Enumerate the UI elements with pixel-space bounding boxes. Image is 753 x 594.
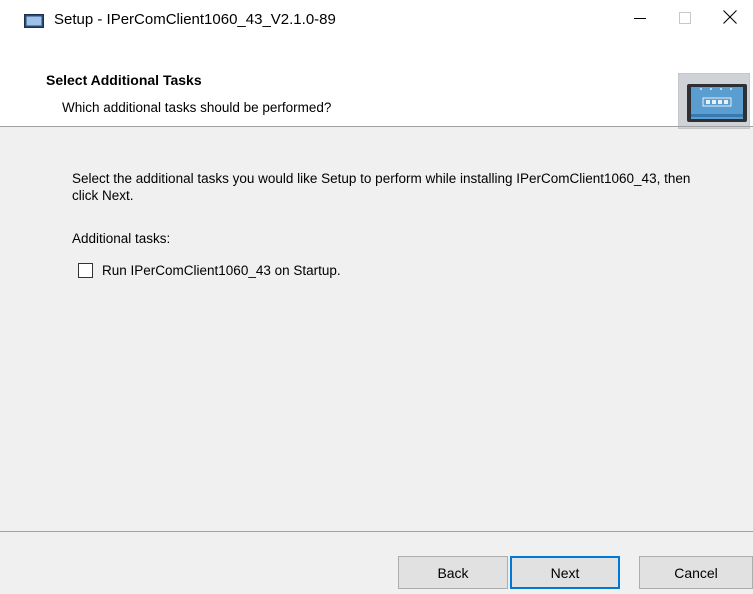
page-title: Select Additional Tasks [46, 72, 202, 88]
wizard-footer: Back Next Cancel [0, 532, 753, 594]
wizard-content: Select the additional tasks you would li… [0, 127, 753, 531]
page-subtitle: Which additional tasks should be perform… [62, 100, 332, 115]
tasks-label: Additional tasks: [72, 231, 171, 246]
wizard-header: Select Additional Tasks Which additional… [0, 44, 753, 129]
cancel-button[interactable]: Cancel [639, 556, 753, 589]
window-title: Setup - IPerComClient1060_43_V2.1.0-89 [54, 11, 336, 28]
maximize-icon [679, 9, 691, 28]
close-button[interactable] [707, 0, 753, 36]
setup-window: Setup - IPerComClient1060_43_V2.1.0-89 S… [0, 0, 753, 594]
installer-icon [24, 13, 44, 29]
task-label[interactable]: Run IPerComClient1060_43 on Startup. [102, 263, 341, 278]
next-button[interactable]: Next [510, 556, 620, 589]
instructions-text: Select the additional tasks you would li… [72, 171, 691, 203]
task-item-run-on-startup[interactable]: Run IPerComClient1060_43 on Startup. [78, 260, 341, 280]
minimize-button[interactable] [617, 0, 663, 36]
maximize-button[interactable] [662, 0, 708, 36]
wizard-header-image [678, 73, 750, 129]
close-icon [723, 9, 737, 28]
run-on-startup-checkbox[interactable] [78, 262, 93, 278]
minimize-icon [634, 9, 646, 28]
title-bar[interactable]: Setup - IPerComClient1060_43_V2.1.0-89 [0, 0, 753, 44]
back-button[interactable]: Back [398, 556, 508, 589]
